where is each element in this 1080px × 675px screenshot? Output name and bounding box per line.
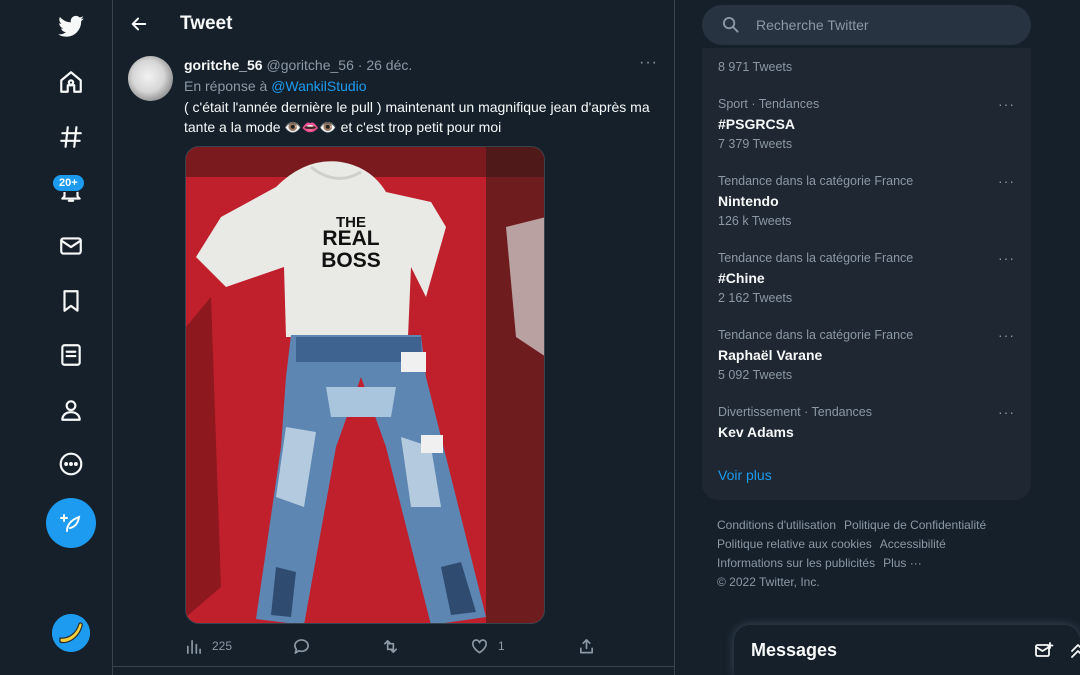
analytics-icon — [186, 639, 201, 654]
search-bar[interactable] — [702, 5, 1031, 45]
trend-item[interactable]: Divertissement · Tendances Kev Adams — [718, 404, 1018, 442]
copyright: © 2022 Twitter, Inc. — [717, 575, 820, 589]
privacy-link[interactable]: Politique de Confidentialité — [844, 518, 986, 532]
messages-drawer[interactable]: Messages — [734, 625, 1080, 675]
reply-to: En réponse à @WankilStudio — [184, 78, 367, 94]
trend-item[interactable]: Tendance dans la catégorie France Raphaë… — [718, 327, 1018, 383]
trend-context: Divertissement · Tendances — [718, 405, 873, 419]
reply-action[interactable] — [293, 634, 310, 658]
views-action[interactable]: 225 — [185, 634, 232, 658]
accessibility-link[interactable]: Accessibilité — [880, 537, 946, 551]
ads-info-link[interactable]: Informations sur les publicités — [717, 556, 875, 570]
trend-name: Raphaël Varane — [718, 347, 823, 363]
trend-more-icon[interactable]: ··· — [998, 404, 1018, 420]
trend-name: #PSGRCSA — [718, 116, 796, 132]
trend-item-partial[interactable]: 8 971 Tweets — [718, 57, 1018, 75]
trend-item[interactable]: Sport · Tendances #PSGRCSA 7 379 Tweets — [718, 96, 1018, 152]
trend-count: 8 971 Tweets — [718, 60, 793, 74]
tweet-author-avatar[interactable] — [128, 56, 173, 101]
tweet-actions: 225 1 — [185, 634, 594, 658]
tweet-author: goritche_56 @goritche_56 · 26 déc. — [184, 57, 412, 73]
banana-avatar-icon — [52, 614, 90, 652]
twitter-logo-icon[interactable] — [46, 2, 96, 52]
trend-context: Tendance dans la catégorie France — [718, 174, 914, 188]
arrow-left-icon — [131, 17, 147, 31]
like-action[interactable]: 1 — [471, 634, 505, 658]
tweet-date[interactable]: · 26 déc. — [358, 57, 412, 73]
heart-icon — [472, 638, 487, 653]
messages-icon[interactable] — [46, 221, 96, 271]
trends-panel: 8 971 Tweets Sport · Tendances #PSGRCSA … — [702, 48, 1031, 500]
footer-more-link[interactable]: Plus ··· — [883, 556, 922, 570]
reply-handle-link[interactable]: @WankilStudio — [271, 78, 366, 94]
trend-name: Kev Adams — [718, 424, 794, 440]
svg-text:REAL: REAL — [322, 227, 379, 250]
trend-context: Tendance dans la catégorie France — [718, 251, 914, 265]
tweet-text: ( c'était l'année dernière le pull ) mai… — [184, 99, 650, 135]
trend-count: 2 162 Tweets — [718, 291, 793, 305]
trend-context: Tendance dans la catégorie France — [718, 328, 914, 342]
messages-title: Messages — [751, 640, 838, 660]
trend-more-icon[interactable]: ··· — [998, 327, 1018, 343]
reply-icon — [294, 638, 309, 654]
trend-more-icon[interactable]: ··· — [998, 250, 1018, 266]
author-handle[interactable]: @goritche_56 — [266, 57, 353, 73]
views-count: 225 — [212, 639, 233, 653]
main-column: Tweet goritche_56 @goritche_56 · 26 déc.… — [113, 0, 675, 675]
retweet-action[interactable] — [382, 634, 399, 658]
retweet-icon — [383, 639, 398, 653]
profile-icon[interactable] — [46, 385, 96, 435]
trend-item[interactable]: Tendance dans la catégorie France Ninten… — [718, 173, 1018, 229]
more-icon[interactable] — [46, 439, 96, 489]
terms-link[interactable]: Conditions d'utilisation — [717, 518, 836, 532]
explore-icon[interactable] — [46, 112, 96, 162]
left-navigation: 20+ — [0, 0, 113, 675]
page-title: Tweet — [180, 13, 233, 34]
back-button[interactable] — [127, 12, 151, 36]
trend-count: 126 k Tweets — [718, 214, 792, 228]
trend-context: Sport · Tendances — [718, 97, 820, 111]
author-name[interactable]: goritche_56 — [184, 57, 263, 73]
trend-more-icon[interactable]: ··· — [998, 96, 1018, 112]
compose-tweet-button[interactable] — [46, 498, 96, 548]
header: Tweet — [113, 0, 674, 49]
trend-more-icon[interactable]: ··· — [998, 173, 1018, 189]
share-action[interactable] — [578, 634, 595, 658]
home-icon[interactable] — [46, 57, 96, 107]
bookmarks-icon[interactable] — [46, 276, 96, 326]
reply-prefix: En réponse à — [184, 78, 268, 94]
new-message-icon[interactable] — [1034, 641, 1054, 661]
tweet-media-image[interactable]: THE REAL BOSS — [185, 146, 545, 624]
trend-name: Nintendo — [718, 193, 779, 209]
likes-count: 1 — [498, 639, 505, 653]
cookies-link[interactable]: Politique relative aux cookies — [717, 537, 872, 551]
notifications-badge: 20+ — [52, 174, 85, 192]
lists-icon[interactable] — [46, 330, 96, 380]
search-icon — [722, 16, 739, 33]
share-icon — [579, 638, 594, 653]
trend-item[interactable]: Tendance dans la catégorie France #Chine… — [718, 250, 1018, 306]
svg-text:BOSS: BOSS — [321, 249, 381, 272]
divider — [113, 666, 674, 667]
trend-name: #Chine — [718, 270, 765, 286]
chevron-up-icon[interactable] — [1068, 641, 1080, 661]
account-avatar[interactable] — [52, 614, 90, 652]
photo-hoodie-jeans: THE REAL BOSS — [186, 147, 544, 623]
search-input[interactable] — [756, 5, 1016, 45]
trend-count: 7 379 Tweets — [718, 137, 793, 151]
show-more-link[interactable]: Voir plus — [718, 467, 772, 483]
footer-links: Conditions d'utilisation Politique de Con… — [717, 516, 1037, 592]
tweet-more-icon[interactable]: ··· — [639, 55, 659, 72]
feather-plus-icon — [60, 514, 81, 532]
trend-count: 5 092 Tweets — [718, 368, 793, 382]
